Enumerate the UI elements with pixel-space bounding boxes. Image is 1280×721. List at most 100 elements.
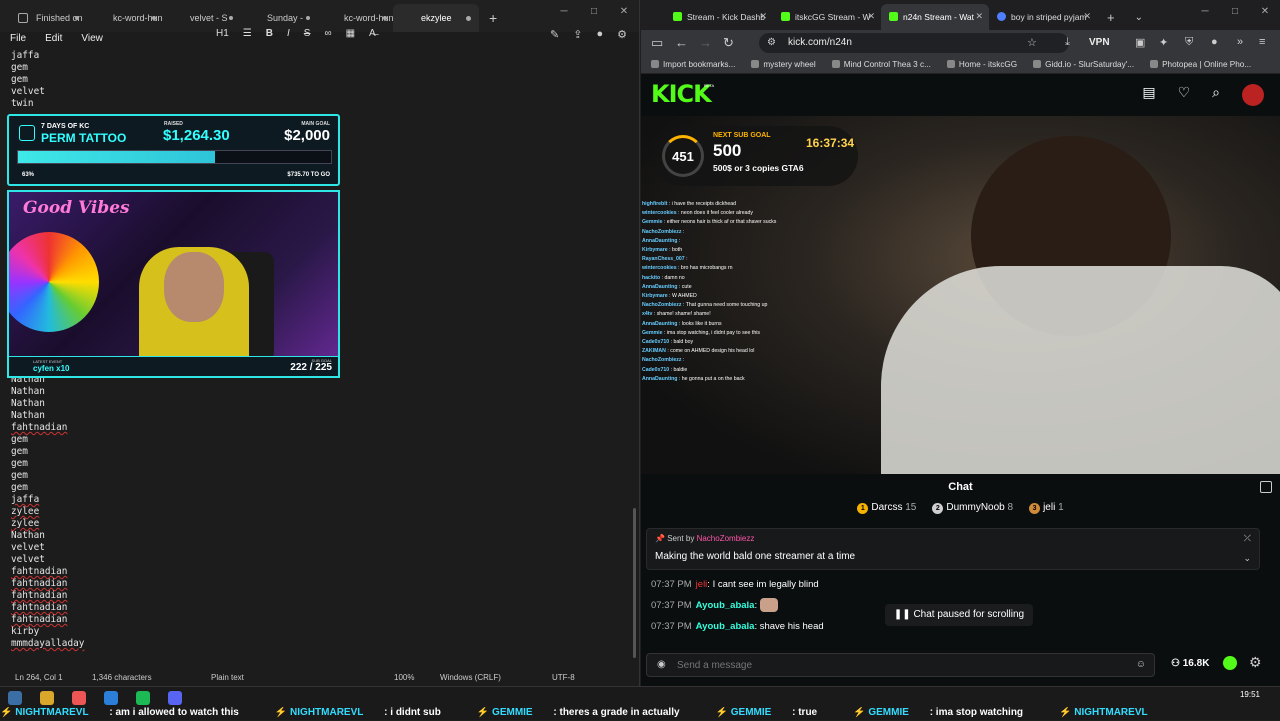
- tab-list-chevron-icon[interactable]: ⌄: [1125, 4, 1153, 30]
- url-text[interactable]: kick.com/n24n: [788, 37, 852, 48]
- chat-header: Chat: [641, 476, 1280, 498]
- editor-tab[interactable]: kc-word-hunt-js-v1: [85, 4, 162, 32]
- taskbar-clock[interactable]: 19:51: [1240, 690, 1260, 699]
- file-explorer-icon[interactable]: [40, 691, 54, 705]
- chat-message-input[interactable]: [677, 654, 1117, 676]
- bookmark-item[interactable]: Photopea | Online Pho...: [1150, 60, 1251, 69]
- emoji-icon[interactable]: ☺: [1136, 659, 1146, 670]
- back-arrow-icon[interactable]: ←: [675, 35, 688, 50]
- search-icon[interactable]: ⌕: [1212, 84, 1220, 106]
- text-line: jaffa: [11, 50, 40, 61]
- goal-progress-bar: [17, 150, 332, 164]
- text-format[interactable]: Plain text: [211, 673, 244, 682]
- close-tab-icon[interactable]: ✕: [759, 11, 767, 22]
- account-icon[interactable]: ●: [596, 28, 603, 41]
- chat-settings-gear-icon[interactable]: ⚙: [1249, 654, 1262, 671]
- close-tab-icon[interactable]: ✕: [975, 11, 983, 22]
- browser-tab[interactable]: boy in striped pyjam ✕: [989, 4, 1097, 30]
- bold-icon[interactable]: B: [266, 28, 273, 39]
- overlay-chat-user: hackito: [642, 274, 661, 281]
- leader-item[interactable]: 3 jeli 1: [1029, 502, 1064, 514]
- browser-tab[interactable]: itskcGG Stream - W ✕: [773, 4, 881, 30]
- heading-button[interactable]: H1: [216, 28, 229, 39]
- italic-icon[interactable]: I: [287, 28, 290, 39]
- leader-item[interactable]: 2 DummyNoob 8: [932, 502, 1013, 514]
- close-tab-icon[interactable]: ✕: [867, 11, 875, 22]
- discord-icon[interactable]: [168, 691, 182, 705]
- forward-arrow-icon[interactable]: →: [699, 35, 712, 50]
- strikethrough-icon[interactable]: S: [304, 28, 311, 39]
- editor-tab[interactable]: Finished on p: [8, 4, 85, 32]
- donation-goal-widget: 7 DAYS OF KC PERM TATTOO RAISED $1,264.3…: [7, 114, 340, 186]
- browser-tab-active[interactable]: n24n Stream - Wat ✕: [881, 4, 989, 30]
- list-icon[interactable]: ☰: [243, 28, 252, 39]
- close-icon[interactable]: ✕: [1250, 0, 1280, 22]
- bookmark-item[interactable]: Mind Control Thea 3 c...: [832, 60, 931, 69]
- following-heart-icon[interactable]: ♡: [1178, 84, 1191, 106]
- menu-view[interactable]: View: [81, 33, 103, 44]
- zoom-level[interactable]: 100%: [394, 673, 414, 682]
- profile-icon[interactable]: ●: [1211, 36, 1218, 48]
- menu-file[interactable]: File: [10, 33, 26, 44]
- wallet-icon[interactable]: ▣: [1135, 36, 1145, 49]
- kick-logo[interactable]: KICK: [651, 80, 712, 108]
- bookmark-item[interactable]: Import bookmarks...: [651, 60, 735, 69]
- maximize-icon[interactable]: □: [579, 0, 609, 22]
- bookmark-item[interactable]: Home - itskcGG: [947, 60, 1017, 69]
- browse-icon[interactable]: ▤: [1142, 84, 1155, 106]
- message-user[interactable]: Ayoub_abala: [696, 621, 755, 632]
- kick-points-icon[interactable]: [1223, 656, 1237, 670]
- extensions-icon[interactable]: ✦: [1159, 36, 1168, 49]
- leader-item[interactable]: 1 Darcss 15: [857, 502, 916, 514]
- share-icon[interactable]: ⇪: [573, 28, 582, 41]
- sidebar-icon[interactable]: ▭: [651, 35, 663, 51]
- copilot-icon[interactable]: ✎: [550, 28, 559, 41]
- site-info-icon[interactable]: ⚙: [767, 37, 776, 48]
- expand-chevron-icon[interactable]: ⌄: [1243, 553, 1251, 564]
- menu-edit[interactable]: Edit: [45, 33, 62, 44]
- vpn-button[interactable]: VPN: [1089, 37, 1110, 48]
- chat-settings-icon[interactable]: ◉: [657, 659, 666, 670]
- minimize-icon[interactable]: ─: [549, 0, 579, 22]
- overlay-chat-text: :: [684, 256, 688, 263]
- notepad-app-icon[interactable]: [104, 691, 118, 705]
- settings-gear-icon[interactable]: ⚙: [617, 28, 627, 41]
- chat-users-icon[interactable]: [1260, 481, 1272, 493]
- spotify-icon[interactable]: [136, 691, 150, 705]
- minimize-icon[interactable]: ─: [1190, 0, 1220, 22]
- clear-format-icon[interactable]: A̶: [369, 28, 376, 39]
- link-icon[interactable]: ∞: [324, 28, 331, 39]
- close-tab-icon[interactable]: ✕: [1083, 11, 1091, 22]
- editor-scrollbar[interactable]: [633, 508, 636, 658]
- browser-tab[interactable]: Stream - Kick Dashb ✕: [665, 4, 773, 30]
- unpin-icon[interactable]: ⤫: [1244, 533, 1251, 544]
- editor-text-area[interactable]: jaffa gem gem velvet twin: [11, 50, 45, 110]
- pinned-user[interactable]: NachoZombiezz: [697, 534, 755, 543]
- bookmark-item[interactable]: mystery wheel: [751, 60, 815, 69]
- message-user[interactable]: jeli: [696, 579, 708, 590]
- new-tab-button[interactable]: +: [479, 4, 507, 32]
- message-user[interactable]: Ayoub_abala: [696, 600, 755, 611]
- menu-icon[interactable]: ≡: [1259, 36, 1265, 48]
- encoding[interactable]: UTF-8: [552, 673, 575, 682]
- line-ending[interactable]: Windows (CRLF): [440, 673, 501, 682]
- user-avatar[interactable]: [1242, 84, 1264, 106]
- reload-icon[interactable]: ↻: [723, 35, 734, 51]
- bookmark-star-icon[interactable]: ☆: [1027, 36, 1037, 49]
- bookmark-item[interactable]: Gidd.io - SlurSaturday'...: [1033, 60, 1134, 69]
- maximize-icon[interactable]: □: [1220, 0, 1250, 22]
- browser-app-icon[interactable]: [72, 691, 86, 705]
- chat-paused-button[interactable]: ❚❚ Chat paused for scrolling: [885, 604, 1033, 626]
- download-icon[interactable]: ⤓: [1065, 36, 1070, 49]
- shield-icon[interactable]: ⛨: [1185, 36, 1193, 49]
- close-icon[interactable]: ✕: [609, 0, 639, 22]
- overlay-chat-user: Cade0x710: [642, 366, 670, 373]
- stream-video-player[interactable]: 451 NEXT SUB GOAL 500 500$ or 3 copies G…: [641, 116, 1280, 474]
- more-menu-icon[interactable]: »: [1237, 36, 1243, 48]
- tab-label: boy in striped pyjam: [1011, 12, 1087, 22]
- editor-tab-active[interactable]: ekzylee: [393, 4, 479, 32]
- table-icon[interactable]: ▦: [346, 28, 355, 39]
- editor-text-area-lower[interactable]: Nathan Nathan Nathan Nathan fahtnadian g…: [11, 374, 84, 650]
- new-tab-plus-icon[interactable]: +: [1097, 4, 1125, 30]
- start-icon[interactable]: [8, 691, 22, 705]
